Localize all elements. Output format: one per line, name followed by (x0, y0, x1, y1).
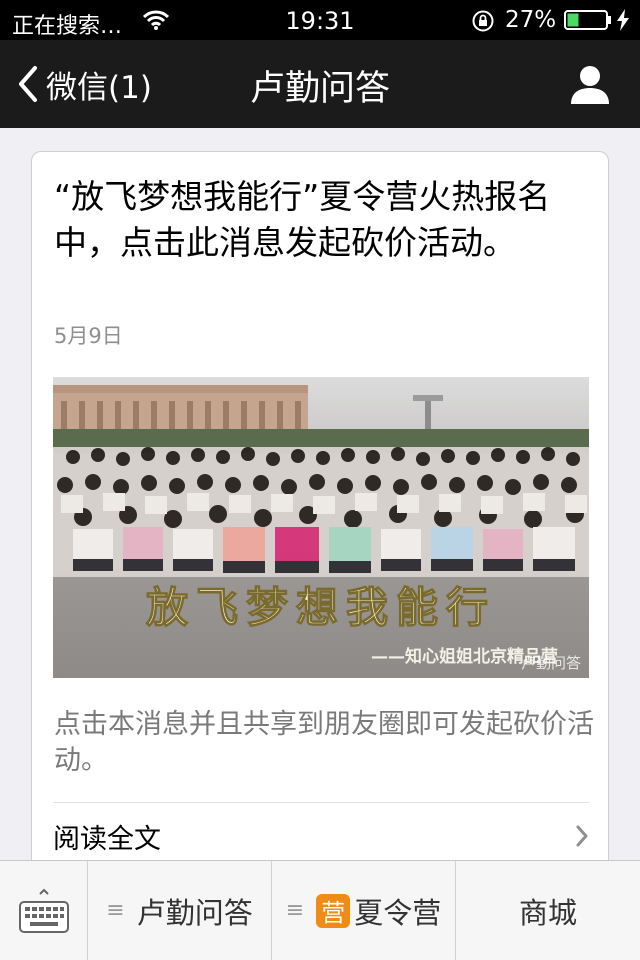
nav-bar: 微信(1) 卢勤问答 (0, 40, 640, 128)
menu-item-luqin-qa[interactable]: ≡ 卢勤问答 (88, 861, 272, 960)
read-more-link[interactable]: 阅读全文 (53, 810, 589, 862)
divider (53, 802, 589, 803)
battery-percent: 27% (505, 7, 557, 33)
person-icon[interactable] (566, 62, 614, 110)
menu-lines-icon: ≡ (285, 898, 305, 923)
bottom-menu-bar: ≡ 卢勤问答 ≡ 营 夏令营 商城 (0, 860, 640, 960)
menu-item-mall[interactable]: 商城 (456, 861, 640, 960)
camp-tag-icon: 营 (316, 893, 351, 928)
article-card[interactable]: “放飞梦想我能行”夏令营火热报名中，点击此消息发起砍价活动。 5月9日 放飞梦想… (31, 151, 609, 911)
cover-watermark: 卢勤问答 (521, 654, 581, 672)
menu-item-summer-camp[interactable]: ≡ 营 夏令营 (272, 861, 456, 960)
article-title: “放飞梦想我能行”夏令营火热报名中，点击此消息发起砍价活动。 (54, 177, 551, 262)
menu-item-label: 夏令营 (354, 895, 442, 930)
menu-item-label: 卢勤问答 (136, 895, 253, 930)
cover-banner-text: 放飞梦想我能行 (146, 583, 496, 632)
page-title: 卢勤问答 (249, 69, 390, 109)
article-date: 5月9日 (54, 324, 123, 348)
article-digest: 点击本消息并且共享到朋友圈即可发起砍价活动。 (54, 709, 594, 776)
cover-image: 放飞梦想我能行 ——知心姐姐北京精品营 卢勤问答 (53, 377, 589, 678)
keyboard-toggle-button[interactable] (0, 861, 88, 960)
status-bar: 正在搜索… 19:31 27% (0, 0, 640, 40)
charging-icon (617, 9, 629, 31)
keyboard-icon (18, 888, 69, 933)
menu-item-label: 商城 (518, 895, 577, 930)
chevron-right-icon (576, 825, 588, 847)
rotation-lock-icon (472, 10, 494, 32)
read-more-label: 阅读全文 (53, 823, 161, 855)
battery-icon (564, 10, 611, 30)
menu-lines-icon: ≡ (106, 898, 125, 923)
